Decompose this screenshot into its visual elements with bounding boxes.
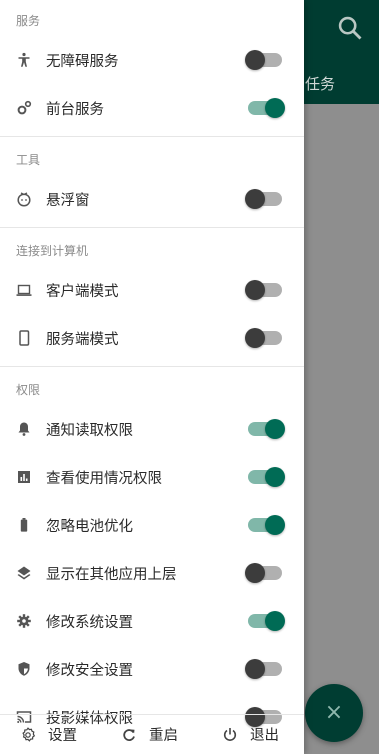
setting-label: 前台服务 [46, 101, 104, 118]
exit-button[interactable]: 退出 [222, 715, 279, 754]
setting-row-server-mode[interactable]: 服务端模式 [0, 314, 304, 362]
section-tools: 工具 悬浮窗 [0, 139, 304, 223]
divider [0, 136, 304, 137]
setting-row-modify-secure-settings[interactable]: 修改安全设置 [0, 645, 304, 693]
power-icon [222, 727, 238, 743]
setting-label: 无障碍服务 [46, 53, 119, 70]
close-fab-button[interactable]: × [305, 684, 363, 742]
bar-chart-icon [16, 469, 32, 485]
navigation-drawer: 服务 无障碍服务 前台服务 工具 悬浮窗 连接到计算机 客户端模式 服务端模式 … [0, 0, 304, 754]
toggle-switch[interactable] [245, 280, 282, 300]
setting-row-usage-access[interactable]: 查看使用情况权限 [0, 453, 304, 501]
toggle-switch[interactable] [245, 189, 282, 209]
gears-icon [16, 100, 32, 116]
setting-row-modify-system-settings[interactable]: 修改系统设置 [0, 597, 304, 645]
setting-label: 通知读取权限 [46, 422, 133, 439]
section-header: 连接到计算机 [16, 244, 89, 258]
restart-button[interactable]: 重启 [121, 715, 178, 754]
setting-row-floating-window[interactable]: 悬浮窗 [0, 175, 304, 223]
bell-icon [16, 421, 32, 437]
battery-icon [16, 517, 32, 533]
toggle-switch[interactable] [245, 328, 282, 348]
layers-icon [16, 565, 32, 581]
setting-label: 客户端模式 [46, 283, 119, 300]
search-icon[interactable] [336, 14, 364, 42]
setting-row-client-mode[interactable]: 客户端模式 [0, 266, 304, 314]
toggle-switch[interactable] [248, 419, 285, 439]
section-permissions: 权限 通知读取权限 查看使用情况权限 忽略电池优化 显示在其他应用上层 修改系统… [0, 369, 304, 741]
section-header: 权限 [16, 383, 41, 397]
tab-tasks[interactable]: 任务 [305, 73, 335, 94]
setting-row-draw-over-apps[interactable]: 显示在其他应用上层 [0, 549, 304, 597]
toggle-switch[interactable] [248, 611, 285, 631]
accessibility-icon [16, 52, 32, 68]
settings-icon [20, 726, 36, 743]
floating-window-icon [16, 191, 32, 207]
close-icon: × [324, 700, 344, 725]
shield-icon [16, 661, 32, 677]
toggle-switch[interactable] [245, 659, 282, 679]
toggle-switch[interactable] [245, 563, 282, 583]
toggle-switch[interactable] [248, 515, 285, 535]
restart-label: 重启 [149, 728, 178, 744]
section-services: 服务 无障碍服务 前台服务 [0, 0, 304, 132]
section-header: 服务 [16, 14, 41, 28]
drawer-footer: 设置 重启 退出 [0, 714, 304, 754]
setting-label: 修改系统设置 [46, 614, 133, 631]
setting-label: 悬浮窗 [46, 192, 90, 209]
setting-label: 忽略电池优化 [46, 518, 133, 535]
phone-icon [16, 330, 32, 346]
toggle-switch[interactable] [248, 467, 285, 487]
setting-row-accessibility[interactable]: 无障碍服务 [0, 36, 304, 84]
toggle-switch[interactable] [248, 98, 285, 118]
divider [0, 227, 304, 228]
section-header: 工具 [16, 153, 41, 167]
divider [0, 366, 304, 367]
setting-row-foreground-service[interactable]: 前台服务 [0, 84, 304, 132]
toggle-switch[interactable] [245, 50, 282, 70]
section-connect-computer: 连接到计算机 客户端模式 服务端模式 [0, 230, 304, 362]
settings-label: 设置 [48, 728, 77, 744]
setting-row-battery-optimization[interactable]: 忽略电池优化 [0, 501, 304, 549]
gear-icon [16, 613, 32, 629]
setting-label: 修改安全设置 [46, 662, 133, 679]
setting-label: 查看使用情况权限 [46, 470, 162, 487]
laptop-icon [16, 282, 32, 298]
setting-label: 显示在其他应用上层 [46, 566, 177, 583]
setting-label: 服务端模式 [46, 331, 119, 348]
exit-label: 退出 [250, 728, 279, 744]
settings-button[interactable]: 设置 [20, 715, 77, 754]
setting-row-notification-access[interactable]: 通知读取权限 [0, 405, 304, 453]
restart-icon [121, 727, 137, 743]
